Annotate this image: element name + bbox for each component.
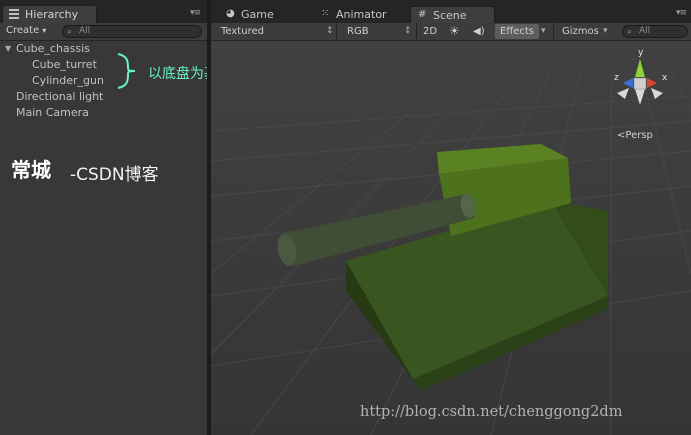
lighting-toggle-icon[interactable]: ☀ xyxy=(449,24,460,39)
tree-item-main-camera[interactable]: Main Camera xyxy=(16,106,89,119)
toolbar-divider xyxy=(416,23,417,40)
watermark-author: 常城 xyxy=(11,158,51,182)
animator-icon: ⁙ xyxy=(321,8,330,19)
search-icon: ⌕ xyxy=(67,27,73,37)
tab-hierarchy-label: Hierarchy xyxy=(25,8,79,21)
projection-label: Persp xyxy=(625,130,653,141)
watermark-url: http://blog.csdn.net/chenggong2dm xyxy=(360,404,623,420)
search-icon: ⌕ xyxy=(627,27,633,37)
orientation-gizmo[interactable]: y z x xyxy=(605,45,675,120)
tree-item-directional-light[interactable]: Directional light xyxy=(16,90,103,103)
toolbar-divider xyxy=(336,23,337,40)
tab-game-label: Game xyxy=(241,8,274,21)
hierarchy-toolbar: Create ▾ ⌕ All xyxy=(0,23,207,41)
panel-menu-icon[interactable]: ▾≡ xyxy=(190,8,201,18)
search-placeholder: All xyxy=(79,26,91,36)
hierarchy-search-input[interactable]: ⌕ All xyxy=(62,25,202,38)
tree-item-cube-chassis[interactable]: Cube_chassis xyxy=(16,42,90,55)
scene-search-placeholder: All xyxy=(639,26,651,36)
audio-toggle-icon[interactable]: ◀) xyxy=(473,24,485,39)
tab-animator-label: Animator xyxy=(336,8,387,21)
expand-arrow-icon[interactable]: ▼ xyxy=(5,44,11,53)
scene-search-input[interactable]: ⌕ All xyxy=(622,25,688,38)
scene-tab-bar: ◕ Game ⁙ Animator # Scene ▾≡ xyxy=(211,0,691,23)
create-button[interactable]: Create ▾ xyxy=(6,24,46,38)
tab-hierarchy[interactable]: Hierarchy xyxy=(2,5,97,23)
gizmos-dropdown-icon[interactable]: ▾ xyxy=(603,24,608,39)
shading-stepper-icon: ↕ xyxy=(326,26,334,36)
effects-button[interactable]: Effects xyxy=(495,24,539,39)
axis-z-cone xyxy=(623,78,633,88)
gizmos-dropdown[interactable]: Gizmos xyxy=(562,24,599,39)
axis-z-label: z xyxy=(614,73,619,83)
scene-grid-icon: # xyxy=(418,9,427,20)
tab-scene-label: Scene xyxy=(433,9,467,22)
create-button-label: Create xyxy=(6,25,40,36)
render-mode-dropdown[interactable]: RGB xyxy=(347,24,369,39)
render-stepper-icon: ↕ xyxy=(404,26,412,36)
axis-x-label: x xyxy=(662,73,668,83)
axis-x-cone xyxy=(647,78,657,88)
toggle-2d-button[interactable]: 2D xyxy=(423,24,437,39)
tree-item-cube-turret[interactable]: Cube_turret xyxy=(32,58,97,71)
tab-animator[interactable]: ⁙ Animator xyxy=(314,6,410,23)
projection-toggle[interactable]: <Persp xyxy=(617,130,653,141)
hierarchy-panel: Hierarchy ▾≡ Create ▾ ⌕ All ▼ Cube_chassi… xyxy=(0,0,396,435)
shading-mode-dropdown[interactable]: Textured xyxy=(221,24,264,39)
game-icon: ◕ xyxy=(226,8,235,19)
brace-annotation-icon xyxy=(117,53,136,89)
watermark-source: -CSDN博客 xyxy=(70,165,159,185)
hierarchy-tab-bar: Hierarchy ▾≡ xyxy=(0,0,207,23)
toolbar-divider xyxy=(553,23,554,40)
scene-toolbar: Textured ↕ RGB ↕ 2D ☀ ◀) Effects ▾ Gizmo… xyxy=(211,23,691,41)
scene-panel-menu-icon[interactable]: ▾≡ xyxy=(676,8,687,18)
chevron-down-icon: ▾ xyxy=(42,26,47,35)
hierarchy-list-icon xyxy=(9,9,19,19)
axis-y-cone xyxy=(635,59,645,77)
effects-dropdown-icon[interactable]: ▾ xyxy=(541,24,546,39)
tree-item-cylinder-gun[interactable]: Cylinder_gun xyxy=(32,74,104,87)
axis-y-label: y xyxy=(638,48,644,58)
tab-scene[interactable]: # Scene xyxy=(410,6,495,23)
tab-game[interactable]: ◕ Game xyxy=(219,6,311,23)
